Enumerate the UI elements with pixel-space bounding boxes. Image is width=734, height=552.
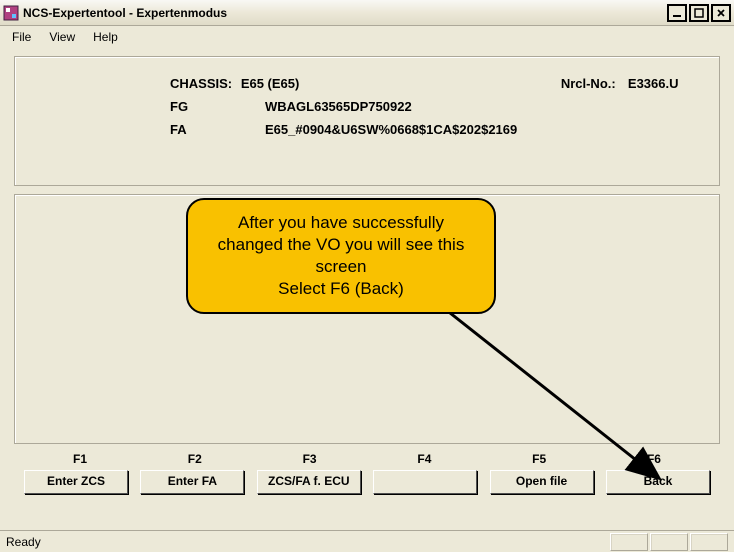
menu-file[interactable]: File	[4, 28, 39, 46]
annotation-callout: After you have successfully changed the …	[186, 198, 496, 314]
chassis-value: E65 (E65)	[241, 76, 561, 91]
f5-label: F5	[487, 452, 591, 466]
callout-line: changed the VO you will see this	[206, 234, 476, 256]
f4-button[interactable]	[373, 470, 477, 494]
callout-line: After you have successfully	[206, 212, 476, 234]
menu-view[interactable]: View	[41, 28, 83, 46]
zcs-fa-ecu-button[interactable]: ZCS/FA f. ECU	[257, 470, 361, 494]
menubar: File View Help	[0, 26, 734, 48]
f3-label: F3	[258, 452, 362, 466]
info-panel: CHASSIS: E65 (E65) Nrcl-No.: E3366.U FG …	[14, 56, 720, 186]
callout-line: screen	[206, 256, 476, 278]
status-cell	[610, 533, 648, 551]
f1-label: F1	[28, 452, 132, 466]
fa-value: E65_#0904&U6SW%0668$1CA$202$2169	[265, 122, 585, 137]
menu-help[interactable]: Help	[85, 28, 126, 46]
fkey-area: F1 F2 F3 F4 F5 F6 Enter ZCS Enter FA ZCS…	[14, 452, 720, 504]
status-cell	[650, 533, 688, 551]
fa-label: FA	[170, 122, 265, 137]
open-file-button[interactable]: Open file	[490, 470, 594, 494]
status-cell	[690, 533, 728, 551]
maximize-button[interactable]	[689, 4, 709, 22]
status-text: Ready	[6, 535, 608, 549]
f4-label: F4	[372, 452, 476, 466]
window-title: NCS-Expertentool - Expertenmodus	[23, 6, 667, 20]
fg-value: WBAGL63565DP750922	[265, 99, 585, 114]
minimize-button[interactable]	[667, 4, 687, 22]
window-controls	[667, 4, 731, 22]
fg-label: FG	[170, 99, 265, 114]
nrcl-value: E3366.U	[628, 76, 695, 91]
statusbar: Ready	[0, 530, 734, 552]
enter-zcs-button[interactable]: Enter ZCS	[24, 470, 128, 494]
back-button[interactable]: Back	[606, 470, 710, 494]
titlebar: NCS-Expertentool - Expertenmodus	[0, 0, 734, 26]
f6-label: F6	[602, 452, 706, 466]
close-button[interactable]	[711, 4, 731, 22]
f2-label: F2	[143, 452, 247, 466]
enter-fa-button[interactable]: Enter FA	[140, 470, 244, 494]
app-icon	[3, 5, 19, 21]
chassis-label: CHASSIS:	[170, 76, 241, 91]
callout-line: Select F6 (Back)	[206, 278, 476, 300]
nrcl-label: Nrcl-No.:	[561, 76, 628, 91]
